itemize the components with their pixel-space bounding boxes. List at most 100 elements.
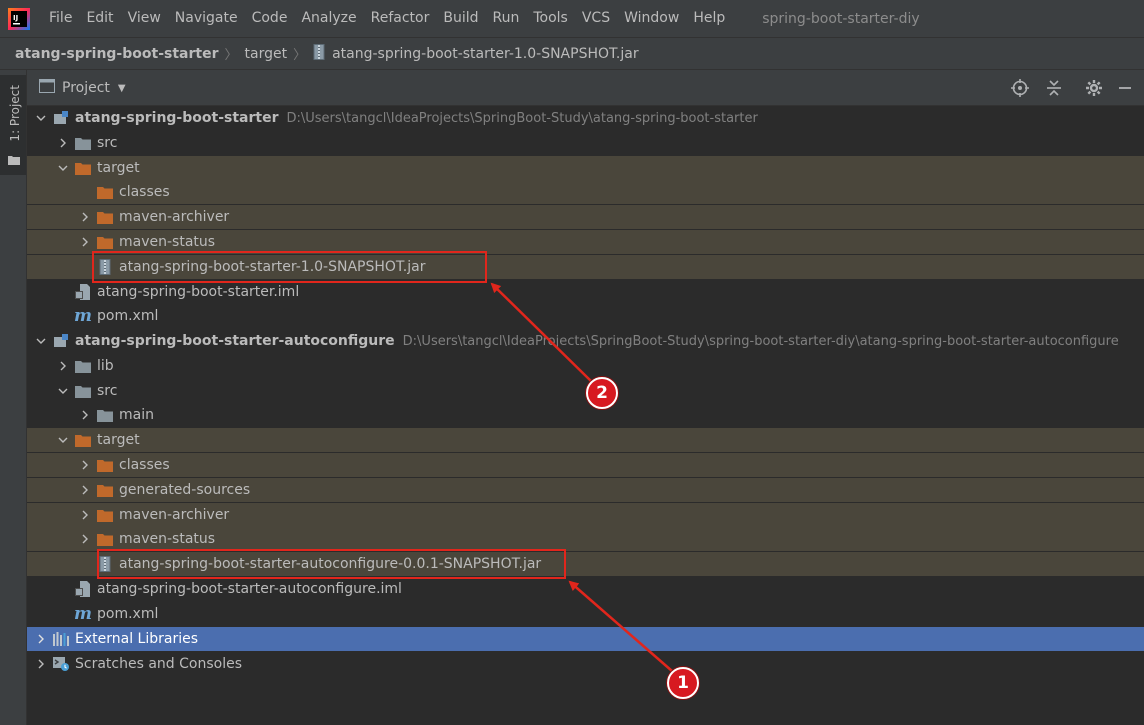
tree-label: maven-status [119, 531, 216, 547]
hide-panel-icon[interactable] [1115, 78, 1135, 98]
chevron-right-icon[interactable] [78, 478, 92, 502]
tree-label: maven-archiver [119, 507, 230, 523]
tree-label: classes [119, 457, 170, 473]
library-icon [52, 631, 70, 647]
menu-analyze[interactable]: Analyze [294, 0, 363, 37]
menu-run[interactable]: Run [486, 0, 527, 37]
tree-row-external-libraries[interactable]: External Libraries [27, 627, 1144, 651]
breadcrumb-jar-label: atang-spring-boot-starter-1.0-SNAPSHOT.j… [332, 45, 639, 62]
folder-icon [74, 358, 92, 374]
menu-navigate[interactable]: Navigate [168, 0, 245, 37]
iml-file-icon [74, 284, 92, 300]
project-icon [39, 79, 55, 97]
tree-row-classes[interactable]: classes [27, 453, 1144, 477]
project-tool-window-tab[interactable]: 1: Project [0, 75, 26, 175]
tree-row-starter-jar[interactable]: atang-spring-boot-starter-1.0-SNAPSHOT.j… [27, 255, 1144, 279]
menu-refactor[interactable]: Refactor [364, 0, 437, 37]
project-view-selector[interactable]: Project ▼ [39, 70, 126, 106]
tree-row-maven-status[interactable]: maven-status [27, 230, 1144, 254]
breadcrumb-jar[interactable]: atang-spring-boot-starter-1.0-SNAPSHOT.j… [313, 43, 639, 64]
tree-row-module-autoconfigure[interactable]: atang-spring-boot-starter-autoconfigure … [27, 329, 1144, 353]
tree-row-target[interactable]: target [27, 428, 1144, 452]
chevron-right-icon[interactable] [78, 205, 92, 229]
iml-file-icon [74, 581, 92, 597]
module-icon [52, 333, 70, 349]
project-tree: atang-spring-boot-starter D:\Users\tangc… [27, 106, 1144, 725]
tree-row-scratches[interactable]: Scratches and Consoles [27, 652, 1144, 676]
tree-label: pom.xml [97, 308, 159, 324]
scratches-icon [52, 656, 70, 672]
tree-label: generated-sources [119, 482, 251, 498]
tree-row-maven-status[interactable]: maven-status [27, 527, 1144, 551]
intellij-logo-icon: IJ [8, 7, 30, 30]
tree-label: Scratches and Consoles [75, 656, 242, 672]
jar-icon [96, 556, 114, 572]
tree-row-maven-archiver[interactable]: maven-archiver [27, 503, 1144, 527]
annotation-badge-2: 2 [586, 377, 618, 409]
collapse-all-icon[interactable] [1044, 78, 1064, 98]
tree-label: atang-spring-boot-starter-autoconfigure [75, 333, 395, 349]
menu-view[interactable]: View [121, 0, 168, 37]
chevron-right-icon[interactable] [56, 354, 70, 378]
menu-vcs[interactable]: VCS [575, 0, 617, 37]
chevron-down-icon[interactable] [56, 156, 70, 180]
tree-row-starter-iml[interactable]: atang-spring-boot-starter.iml [27, 280, 1144, 304]
menu-edit[interactable]: Edit [79, 0, 120, 37]
module-icon [52, 110, 70, 126]
chevron-right-icon[interactable] [78, 503, 92, 527]
chevron-right-icon[interactable] [34, 652, 48, 676]
gear-icon[interactable] [1084, 78, 1104, 98]
tree-label: main [119, 407, 154, 423]
chevron-right-icon[interactable] [78, 453, 92, 477]
chevron-right-icon[interactable] [78, 230, 92, 254]
folder-icon [74, 135, 92, 151]
breadcrumb-target[interactable]: target [245, 46, 288, 62]
tree-label: atang-spring-boot-starter-autoconfigure.… [97, 581, 402, 597]
jar-icon [96, 259, 114, 275]
annotation-badge-1: 1 [667, 667, 699, 699]
chevron-down-icon[interactable] [34, 106, 48, 130]
menu-tools[interactable]: Tools [526, 0, 575, 37]
tree-label: target [97, 160, 140, 176]
tree-row-classes[interactable]: classes [27, 180, 1144, 204]
locate-icon[interactable] [1010, 78, 1030, 98]
menu-build[interactable]: Build [436, 0, 485, 37]
chevron-down-icon[interactable] [56, 379, 70, 403]
breadcrumb: atang-spring-boot-starter 〉 target 〉 ata… [0, 37, 1144, 70]
maven-icon: m [74, 306, 92, 326]
tree-label: maven-status [119, 234, 216, 250]
tree-row-target[interactable]: target [27, 156, 1144, 180]
menu-help[interactable]: Help [686, 0, 732, 37]
tree-row-autoconfigure-iml[interactable]: atang-spring-boot-starter-autoconfigure.… [27, 577, 1144, 601]
menu-file[interactable]: File [42, 0, 79, 37]
module-path: D:\Users\tangcl\IdeaProjects\SpringBoot-… [402, 333, 1119, 349]
chevron-down-icon[interactable] [34, 329, 48, 353]
tree-row-generated-sources[interactable]: generated-sources [27, 478, 1144, 502]
breadcrumb-project[interactable]: atang-spring-boot-starter [15, 46, 218, 62]
tree-row-main[interactable]: main [27, 403, 1144, 427]
chevron-right-icon: 〉 [224, 48, 238, 63]
chevron-right-icon[interactable] [56, 131, 70, 155]
tree-row-autoconfigure-jar[interactable]: atang-spring-boot-starter-autoconfigure-… [27, 552, 1144, 576]
tree-row-starter-pom[interactable]: m pom.xml [27, 304, 1144, 328]
tree-row-lib[interactable]: lib [27, 354, 1144, 378]
menu-code[interactable]: Code [245, 0, 295, 37]
tree-row-module-starter[interactable]: atang-spring-boot-starter D:\Users\tangc… [27, 106, 1144, 130]
tree-row-maven-archiver[interactable]: maven-archiver [27, 205, 1144, 229]
chevron-right-icon[interactable] [34, 627, 48, 651]
tree-label: target [97, 432, 140, 448]
chevron-down-icon[interactable] [56, 428, 70, 452]
tree-label: src [97, 383, 118, 399]
chevron-right-icon[interactable] [78, 527, 92, 551]
tree-label: atang-spring-boot-starter-autoconfigure-… [119, 556, 542, 572]
tree-row-src[interactable]: src [27, 131, 1144, 155]
excluded-folder-icon [74, 160, 92, 176]
menu-window[interactable]: Window [617, 0, 686, 37]
tree-label: atang-spring-boot-starter.iml [97, 284, 300, 300]
module-path: D:\Users\tangcl\IdeaProjects\SpringBoot-… [286, 110, 758, 126]
caret-down-icon: ▼ [117, 82, 126, 94]
tree-label: External Libraries [75, 631, 198, 647]
excluded-folder-icon [96, 531, 114, 547]
tree-row-autoconfigure-pom[interactable]: m pom.xml [27, 602, 1144, 626]
chevron-right-icon[interactable] [78, 403, 92, 427]
